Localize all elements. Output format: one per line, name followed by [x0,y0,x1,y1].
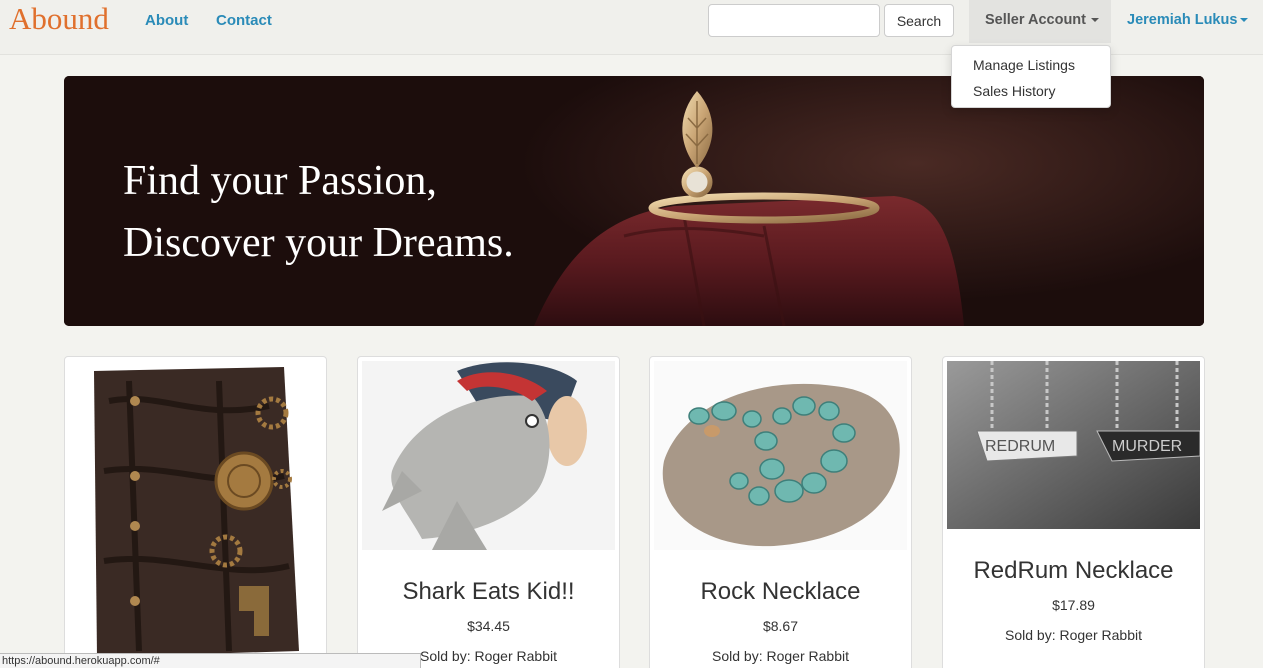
user-menu[interactable]: Jeremiah Lukus [1127,12,1249,28]
redrum-necklace-image: REDRUM MURDER [947,361,1200,529]
nav-link-about[interactable]: About [145,12,188,29]
menu-item-sales-history[interactable]: Sales History [973,83,1055,99]
journal-image [69,361,322,668]
menu-item-manage-listings[interactable]: Manage Listings [973,57,1075,73]
product-image[interactable] [362,361,615,550]
product-card[interactable]: Shark Eats Kid!! $34.45 Sold by: Roger R… [357,356,620,668]
caret-down-icon [1091,18,1099,23]
hero-line-2: Discover your Dreams. [123,220,514,266]
product-price: $34.45 [467,618,510,634]
svg-text:MURDER: MURDER [1112,438,1182,455]
product-card[interactable] [64,356,327,668]
product-image[interactable] [654,361,907,550]
product-card[interactable]: Rock Necklace $8.67 Sold by: Roger Rabbi… [649,356,912,668]
hero-title: Find your Passion, Discover your Dreams. [123,150,514,274]
user-name: Jeremiah Lukus [1127,12,1238,28]
rock-necklace-image [654,361,907,550]
search-button[interactable]: Search [884,4,954,37]
product-title[interactable]: Rock Necklace [650,578,911,606]
search-input[interactable] [708,4,880,37]
nav-link-contact[interactable]: Contact [216,12,272,29]
product-price: $8.67 [762,618,799,634]
seller-dropdown-menu: Manage Listings Sales History [951,45,1111,108]
shark-blanket-image [362,361,615,550]
product-seller: Sold by: Roger Rabbit [1005,627,1142,643]
product-title[interactable]: RedRum Necklace [943,557,1204,585]
status-bar-url: https://abound.herokuapp.com/# [0,653,421,668]
product-title[interactable]: Shark Eats Kid!! [358,578,619,606]
hero-banner: Find your Passion, Discover your Dreams. [64,76,1204,326]
seller-account-label: Seller Account [985,12,1086,28]
seller-account-menu[interactable]: Seller Account [969,0,1111,43]
product-image[interactable] [69,361,322,668]
hero-line-1: Find your Passion, [123,158,437,204]
caret-down-icon [1240,18,1249,23]
svg-text:REDRUM: REDRUM [985,438,1055,455]
product-seller: Sold by: Roger Rabbit [712,648,849,664]
product-price: $17.89 [1052,597,1095,613]
product-card[interactable]: REDRUM MURDER RedRum Necklace $17.89 Sol… [942,356,1205,668]
brand-logo[interactable]: Abound [9,1,109,37]
product-image[interactable]: REDRUM MURDER [947,361,1200,529]
